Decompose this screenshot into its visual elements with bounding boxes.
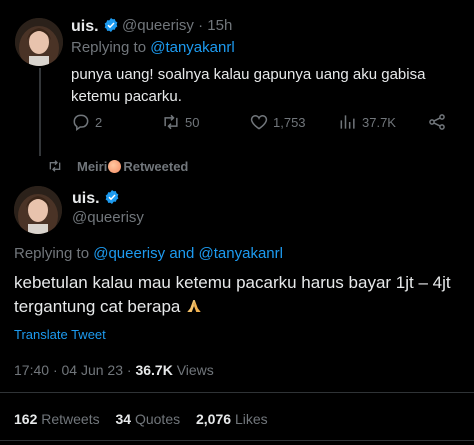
reply-count: 2 xyxy=(95,114,103,130)
retweeted-banner[interactable]: Meiri Retweeted xyxy=(47,158,188,174)
mention-link[interactable]: @tanyakanrl xyxy=(199,245,283,262)
replying-and[interactable]: and xyxy=(169,245,194,262)
display-name-text: uis. xyxy=(71,18,99,35)
views-chart-icon xyxy=(340,115,355,129)
avatar[interactable] xyxy=(15,18,63,66)
likes-count: 2,076 xyxy=(196,411,232,427)
avatar-image xyxy=(14,186,62,234)
share-button[interactable] xyxy=(427,112,451,132)
retweets-label: Retweets xyxy=(41,411,100,427)
tweet-timestamp: 17:40 · 04 Jun 23 · 36.7K Views xyxy=(14,362,214,378)
retweeted-label: Retweeted xyxy=(123,158,189,174)
display-name[interactable]: uis. xyxy=(72,189,120,208)
retweet-count: 50 xyxy=(185,114,200,130)
views-count: 36.7K xyxy=(135,362,173,378)
mention-link[interactable]: @tanyakanrl xyxy=(150,39,234,56)
divider xyxy=(0,392,474,393)
tweet-text: kebetulan kalau mau ketemu pacarku harus… xyxy=(14,271,464,319)
likes-stat[interactable]: 2,076 Likes xyxy=(196,411,268,427)
share-icon xyxy=(429,114,445,130)
retweets-stat[interactable]: 162 Retweets xyxy=(14,411,104,427)
separator-dot: · xyxy=(198,17,208,34)
replying-to: Replying to @tanyakanrl xyxy=(71,39,235,56)
quotes-stat[interactable]: 34 Quotes xyxy=(116,411,185,427)
tweet-date[interactable]: 04 Jun 23 xyxy=(62,362,124,378)
retweet-button[interactable]: 50 xyxy=(161,112,199,132)
verified-badge-icon xyxy=(105,190,119,204)
replying-prefix: Replying to xyxy=(71,39,147,56)
heart-icon xyxy=(250,115,268,130)
peach-emoji-icon xyxy=(108,159,122,173)
reply-button[interactable]: 2 xyxy=(71,112,102,132)
mention-link[interactable]: @queerisy xyxy=(93,245,165,262)
divider xyxy=(0,440,474,441)
retweets-count: 162 xyxy=(14,411,38,427)
likes-label: Likes xyxy=(234,411,268,427)
tweet-actions: 2 50 1,753 37.7K xyxy=(71,112,451,134)
translate-tweet-link[interactable]: Translate Tweet xyxy=(14,327,106,342)
quotes-count: 34 xyxy=(115,411,132,427)
handle[interactable]: @queerisy xyxy=(122,17,194,34)
tweet-text: punya uang! soalnya kalau gapunya uang a… xyxy=(71,66,426,105)
engagement-stats: 162 Retweets 34 Quotes 2,076 Likes xyxy=(14,411,280,427)
separator-dot: · xyxy=(52,362,62,378)
retweeter-name[interactable]: Meiri xyxy=(77,159,107,174)
tweet-time[interactable]: 15h xyxy=(207,17,232,34)
like-count: 1,753 xyxy=(273,114,306,130)
thread-line xyxy=(39,68,41,156)
like-button[interactable]: 1,753 xyxy=(249,112,306,132)
folded-hands-emoji-icon xyxy=(187,300,201,312)
retweet-icon xyxy=(49,160,61,172)
tweet-time[interactable]: 17:40 xyxy=(14,362,49,378)
quotes-label: Quotes xyxy=(134,411,181,427)
display-name-text: uis. xyxy=(72,190,100,207)
replying-prefix: Replying to xyxy=(14,245,90,262)
avatar[interactable] xyxy=(14,186,62,234)
views-button[interactable]: 37.7K xyxy=(338,112,396,132)
view-count: 37.7K xyxy=(362,114,396,130)
replying-to: Replying to @queerisy and @tanyakanrl xyxy=(14,245,283,262)
tweet-text-body: kebetulan kalau mau ketemu pacarku harus… xyxy=(14,273,451,316)
handle[interactable]: @queerisy xyxy=(72,209,144,226)
reply-icon xyxy=(73,114,89,131)
retweet-icon xyxy=(164,114,178,130)
display-name[interactable]: uis. xyxy=(71,17,119,36)
views-label: Views xyxy=(176,362,214,378)
verified-badge-icon xyxy=(104,18,118,32)
avatar-image xyxy=(15,18,63,66)
tweet-meta: @queerisy · 15h xyxy=(122,17,232,34)
